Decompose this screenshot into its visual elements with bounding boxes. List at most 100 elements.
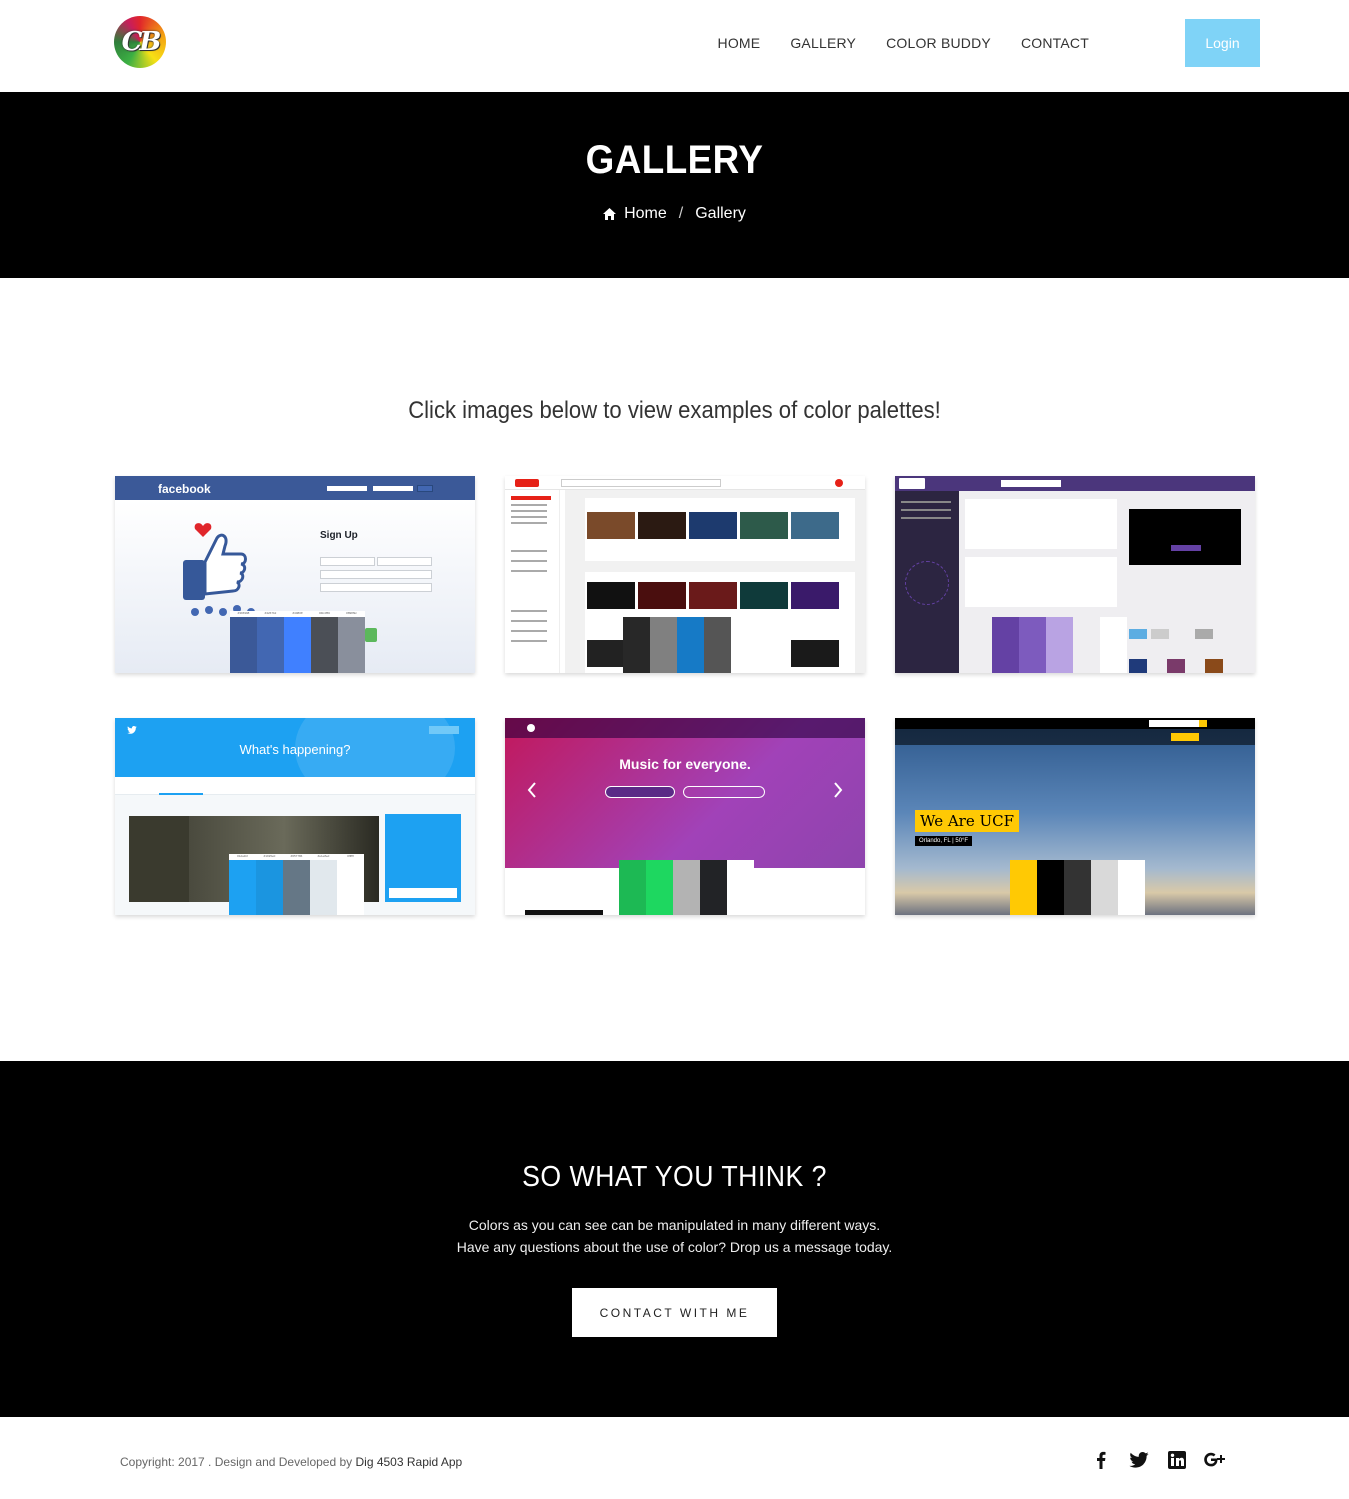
palette-swatch xyxy=(283,860,310,915)
fb-create-account-button xyxy=(365,628,377,642)
spotify-palette xyxy=(619,860,754,915)
gallery-thumb-twitter[interactable]: What's happening? #1da1f2 #1b95e0 #65778… xyxy=(115,718,475,915)
home-icon xyxy=(603,208,617,220)
youtube-sidebar xyxy=(505,490,560,673)
facebook-like-illustration xyxy=(183,523,255,616)
ucf-topbar xyxy=(895,718,1255,729)
ucf-hero-title: We Are UCF xyxy=(915,810,1020,832)
cta-line-1: Colors as you can see can be manipulated… xyxy=(468,1217,881,1233)
palette-swatch xyxy=(1100,617,1127,673)
gallery-thumb-youtube[interactable] xyxy=(505,476,865,673)
fb-email-field xyxy=(327,486,367,491)
copyright-text: Copyright: 2017 . Design and Developed b… xyxy=(120,1455,462,1469)
palette-label: #1da1f2 xyxy=(229,854,256,860)
palette-swatch xyxy=(1046,617,1073,673)
spotify-logo-icon xyxy=(527,724,535,732)
logo-text: CB xyxy=(121,27,162,57)
google-plus-icon[interactable] xyxy=(1204,1449,1226,1471)
twitch-sidebar xyxy=(895,491,959,673)
breadcrumb-home-link[interactable]: Home xyxy=(624,205,667,223)
twitter-palette-labels: #1da1f2 #1b95e0 #657786 #e1e8ed #ffffff xyxy=(229,854,364,860)
facebook-logo-text: facebook xyxy=(158,482,211,496)
palette-label: #4b4f56 xyxy=(311,611,338,617)
nav-gallery-link[interactable]: GALLERY xyxy=(790,35,856,51)
chevron-right-icon xyxy=(834,782,843,798)
youtube-video-thumb xyxy=(740,582,788,609)
breadcrumb: Home / Gallery xyxy=(0,205,1349,223)
youtube-palette xyxy=(623,617,731,673)
palette-swatch xyxy=(727,860,754,915)
social-links xyxy=(1090,1449,1226,1471)
gallery-thumb-facebook[interactable]: facebook Sign Up #3b5998 #4267b2 #4080ff… xyxy=(115,476,475,673)
facebook-signup-heading: Sign Up xyxy=(320,530,358,541)
gallery-intro: Click images below to view examples of c… xyxy=(408,397,941,424)
fb-password-field xyxy=(373,486,413,491)
fb-lastname-field xyxy=(377,557,432,566)
palette-swatch xyxy=(310,860,337,915)
contact-with-me-button[interactable]: CONTACT WITH ME xyxy=(572,1288,777,1337)
palette-swatch xyxy=(673,860,700,915)
twitter-login-button xyxy=(429,726,459,734)
footer: Copyright: 2017 . Design and Developed b… xyxy=(0,1417,1349,1499)
ucf-palette xyxy=(1010,860,1145,915)
spotify-topbar xyxy=(505,718,865,738)
youtube-video-thumb xyxy=(740,512,788,539)
cta-line-2: Have any questions about the use of colo… xyxy=(456,1239,893,1255)
youtube-video-thumb xyxy=(791,640,839,667)
spotify-get-free-button xyxy=(605,786,675,798)
developer-link[interactable]: Dig 4503 Rapid App xyxy=(355,1455,462,1469)
site-logo[interactable]: CB xyxy=(114,16,166,68)
copyright-prefix: Copyright: 2017 . Design and Developed b… xyxy=(120,1455,356,1469)
palette-swatch xyxy=(677,617,704,673)
palette-swatch xyxy=(337,860,364,915)
facebook-palette: #3b5998 #4267b2 #4080ff #4b4f56 #898f9c xyxy=(230,611,365,673)
palette-swatch xyxy=(1037,860,1064,915)
ucf-nav xyxy=(895,729,1255,745)
youtube-video-thumb xyxy=(791,582,839,609)
youtube-video-thumb xyxy=(587,512,635,539)
nav-color-buddy-link[interactable]: COLOR BUDDY xyxy=(886,35,991,51)
youtube-video-thumb xyxy=(587,582,635,609)
fb-mobile-field xyxy=(320,570,432,579)
facebook-palette-labels: #3b5998 #4267b2 #4080ff #4b4f56 #898f9c xyxy=(230,611,365,617)
palette-swatch xyxy=(284,617,311,673)
facebook-icon[interactable] xyxy=(1090,1449,1112,1471)
youtube-video-thumb xyxy=(689,512,737,539)
twitch-video-player xyxy=(1129,509,1241,565)
login-button[interactable]: Login xyxy=(1185,19,1260,67)
breadcrumb-separator: / xyxy=(678,205,684,222)
palette-swatch xyxy=(646,860,673,915)
page-title: GALLERY xyxy=(585,138,764,182)
palette-swatch xyxy=(1118,860,1145,915)
youtube-logo xyxy=(515,479,539,487)
twitter-palette: #1da1f2 #1b95e0 #657786 #e1e8ed #ffffff xyxy=(229,854,364,915)
twitter-bird-icon xyxy=(127,726,137,734)
breadcrumb-current: Gallery xyxy=(695,205,746,222)
palette-swatch xyxy=(1019,617,1046,673)
nav-home-link[interactable]: HOME xyxy=(718,35,761,51)
gallery-thumb-ucf[interactable]: We Are UCF Orlando, FL | 50°F xyxy=(895,718,1255,915)
cta-title: SO WHAT YOU THINK ? xyxy=(522,1161,827,1193)
nav-contact-link[interactable]: CONTACT xyxy=(1021,35,1089,51)
contact-cta-section: SO WHAT YOU THINK ? Colors as you can se… xyxy=(0,1061,1349,1417)
youtube-video-thumb xyxy=(638,582,686,609)
palette-label: #e1e8ed xyxy=(310,854,337,860)
twitter-hero-text: What's happening? xyxy=(239,742,351,757)
gallery-thumb-spotify[interactable]: Music for everyone. xyxy=(505,718,865,915)
chevron-left-icon xyxy=(527,782,536,798)
palette-swatch xyxy=(311,617,338,673)
palette-label: #4267b2 xyxy=(257,611,284,617)
palette-swatch xyxy=(650,617,677,673)
page-banner: GALLERY Home / Gallery xyxy=(0,92,1349,278)
palette-swatch xyxy=(704,617,731,673)
palette-label: #3b5998 xyxy=(230,611,257,617)
youtube-video-thumb xyxy=(791,512,839,539)
linkedin-icon[interactable] xyxy=(1166,1449,1188,1471)
palette-label: #ffffff xyxy=(337,854,364,860)
ucf-apply-button xyxy=(1171,733,1199,741)
twitch-palette xyxy=(992,617,1127,673)
twitter-icon[interactable] xyxy=(1128,1449,1150,1471)
facebook-header: facebook xyxy=(115,476,475,500)
palette-swatch xyxy=(1073,617,1100,673)
gallery-thumb-twitch[interactable] xyxy=(895,476,1255,673)
